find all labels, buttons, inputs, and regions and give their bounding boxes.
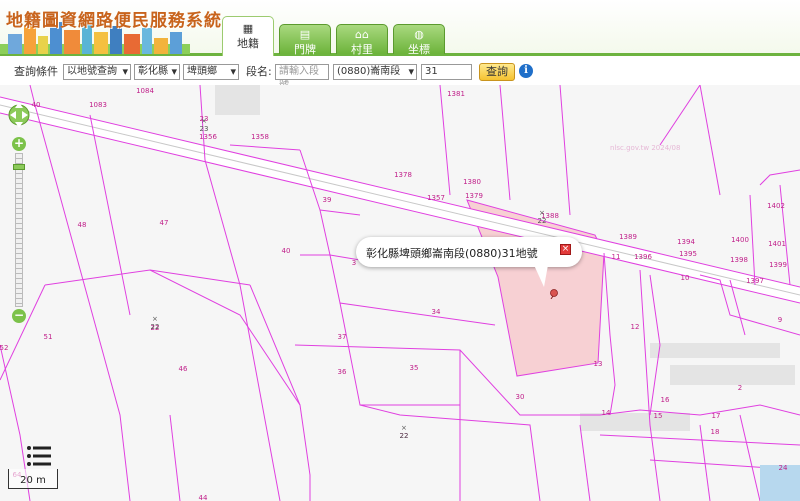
parcel-label: 35 (409, 364, 419, 372)
parcel-label: 1401 (768, 240, 786, 248)
tab-label: 地籍 (237, 37, 259, 50)
layer-menu-icon[interactable] (26, 445, 52, 467)
parcel-label: 1402 (767, 202, 785, 210)
scale-label: 20 m (20, 475, 46, 486)
parcel-label: 1400 (731, 236, 749, 244)
app-window: 地籍圖資網路便民服務系統 ▦ 地籍 ▤ 門牌 ⌂⌂ 村里 ◍ 坐標 查詢條件 以… (0, 0, 800, 501)
parcel-label: 48 (77, 221, 87, 229)
tab-label: 門牌 (294, 43, 316, 56)
town-select[interactable]: 埤頭鄉 (183, 64, 239, 80)
parcel-label: 11 (611, 253, 621, 261)
tab-coordinates[interactable]: ◍ 坐標 (393, 24, 445, 56)
parcel-label: 52 (0, 344, 9, 352)
parcel-label: 37 (337, 333, 347, 341)
zoom-in-button[interactable]: + (12, 137, 26, 151)
tab-village[interactable]: ⌂⌂ 村里 (336, 24, 388, 56)
scale-bar: 20 m (8, 469, 58, 489)
parcel-label: 3 (351, 259, 357, 267)
parcel-label: 1358 (251, 133, 269, 141)
parcel-label: 15 (653, 412, 663, 420)
info-icon[interactable]: i (519, 64, 533, 78)
pan-control[interactable] (8, 99, 30, 131)
popup-close-button[interactable]: × (560, 244, 571, 255)
parcel-label: 40 (31, 101, 41, 109)
parcel-label: 1396 (634, 253, 652, 261)
house-number-icon: ▤ (299, 28, 311, 41)
parcel-label: 1398 (730, 256, 748, 264)
tab-label: 坐標 (408, 43, 430, 56)
parcel-label: 1083 (89, 101, 107, 109)
zoom-control: + − (12, 137, 26, 323)
parcel-label: 14 (601, 409, 611, 417)
survey-point: × 22 (150, 315, 160, 331)
parcel-label: 1389 (619, 233, 637, 241)
popup-parcel-text: 彰化縣埤頭鄉崙南段(0880)31地號 (366, 247, 538, 260)
app-title: 地籍圖資網路便民服務系統 (6, 11, 222, 31)
parcel-label: 12 (630, 323, 640, 331)
parcel-label: 1397 (746, 277, 764, 285)
parcel-label: 1378 (394, 171, 412, 179)
parcel-label: 1399 (769, 261, 787, 269)
parcel-label: 24 (778, 464, 788, 472)
cadastral-map[interactable]: nlsc.gov.tw 2024/08 1084 1083 40 2 3 1356… (0, 85, 800, 501)
tab-house-number[interactable]: ▤ 門牌 (279, 24, 331, 56)
parcel-label: 44 (198, 494, 208, 501)
tab-label: 村里 (351, 43, 373, 56)
parcel-label: 1394 (677, 238, 695, 246)
parcel-label: 1357 (427, 194, 445, 202)
query-mode-select[interactable]: 以地號查詢 (63, 64, 131, 80)
parcel-label: 1380 (463, 178, 481, 186)
parcel-label: 1356 (199, 133, 217, 141)
parcel-label: 36 (337, 368, 347, 376)
parcel-label: 18 (710, 428, 720, 436)
zoom-slider-track[interactable] (13, 153, 25, 307)
tab-cadastral[interactable]: ▦ 地籍 (222, 16, 274, 56)
parcel-label: 1395 (679, 250, 697, 258)
village-icon: ⌂⌂ (355, 28, 369, 41)
parcel-label: 2 (737, 384, 743, 392)
parcel-label: 9 (777, 316, 783, 324)
map-watermark: nlsc.gov.tw 2024/08 (610, 144, 681, 152)
query-condition-label: 查詢條件 (14, 65, 58, 78)
parcel-number-input[interactable]: 31 (421, 64, 472, 80)
parcel-label: 1084 (136, 87, 154, 95)
parcel-info-popup: 彰化縣埤頭鄉崙南段(0880)31地號 × (356, 237, 582, 287)
survey-point: × 22 (537, 209, 547, 225)
header-bar: 地籍圖資網路便民服務系統 ▦ 地籍 ▤ 門牌 ⌂⌂ 村里 ◍ 坐標 (0, 0, 800, 56)
section-select[interactable]: (0880)崙南段 (333, 64, 417, 80)
map-icon: ▦ (242, 22, 254, 35)
parcel-label: 30 (515, 393, 525, 401)
section-code-input[interactable]: 請輸入段號 (275, 64, 329, 91)
parcel-label: 39 (322, 196, 332, 204)
parcel-label: 10 (680, 274, 690, 282)
survey-point: × 22 (399, 424, 409, 440)
query-bar: 查詢條件 以地號查詢 彰化縣 埤頭鄉 段名: 請輸入段號 (0880)崙南段 3… (0, 59, 800, 91)
survey-point: × 23 (199, 117, 209, 133)
query-button[interactable]: 查詢 (479, 63, 515, 81)
parcel-label: 16 (660, 396, 670, 404)
parcel-label: 17 (711, 412, 721, 420)
zoom-out-button[interactable]: − (12, 309, 26, 323)
map-pin-icon[interactable] (549, 289, 559, 299)
parcel-label: 1381 (447, 90, 465, 98)
parcel-label: 51 (43, 333, 53, 341)
section-label: 段名: (246, 65, 272, 78)
county-select[interactable]: 彰化縣 (134, 64, 180, 80)
parcel-label: 47 (159, 219, 169, 227)
parcel-label: 1379 (465, 192, 483, 200)
parcel-label: 13 (593, 360, 603, 368)
globe-icon: ◍ (414, 28, 424, 41)
parcel-label: 46 (178, 365, 188, 373)
parcel-label: 40 (281, 247, 291, 255)
zoom-slider-handle[interactable] (13, 164, 25, 170)
parcel-label: 34 (431, 308, 441, 316)
